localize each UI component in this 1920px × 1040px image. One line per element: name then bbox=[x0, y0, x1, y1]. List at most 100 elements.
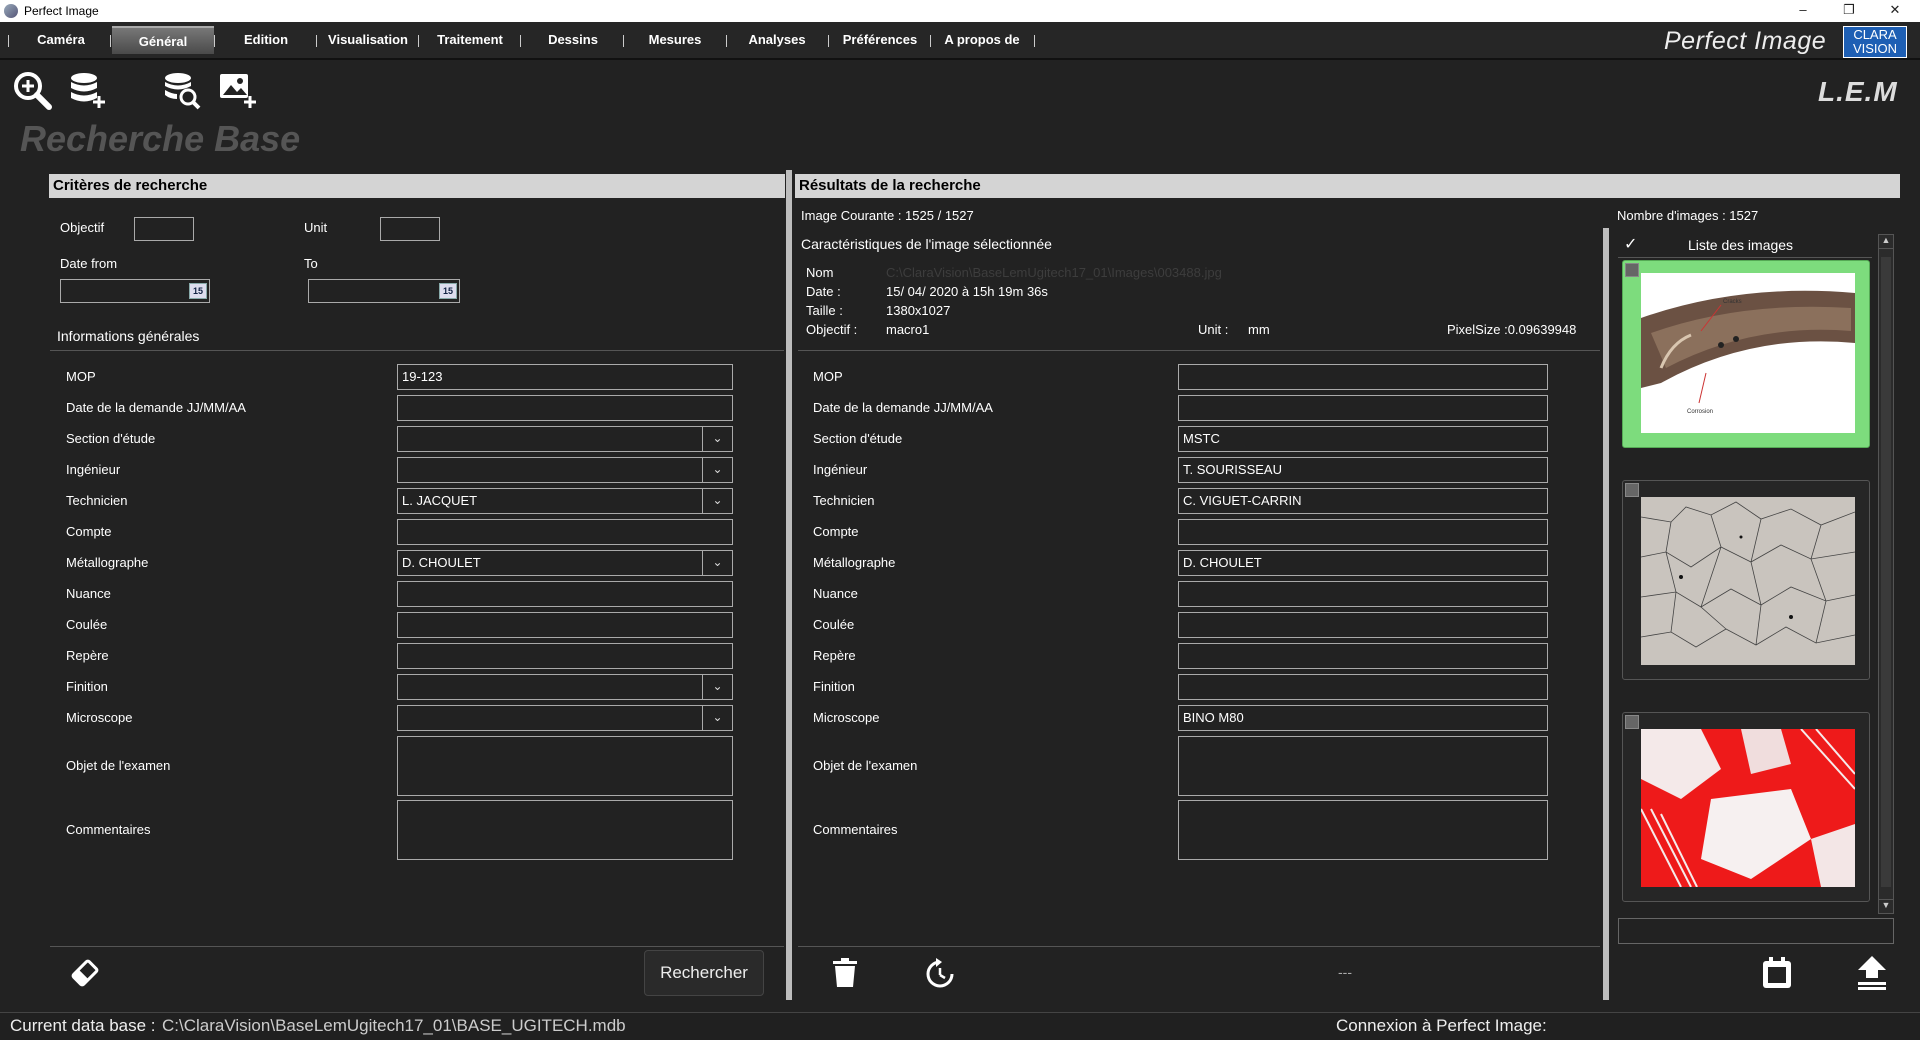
close-button[interactable]: ✕ bbox=[1872, 0, 1918, 22]
criteria-dropdown[interactable]: D. CHOULET ⌄ bbox=[397, 550, 733, 576]
menu-bar: Caméra Général Edition Visualisation Tra… bbox=[0, 22, 1920, 60]
result-textarea[interactable] bbox=[1178, 800, 1548, 860]
criteria-textarea[interactable] bbox=[397, 800, 733, 860]
unit-input[interactable] bbox=[380, 217, 440, 241]
criteria-input[interactable] bbox=[397, 643, 733, 669]
result-input[interactable]: C. VIGUET-CARRIN bbox=[1178, 488, 1548, 514]
result-input[interactable] bbox=[1178, 395, 1548, 421]
result-field-label: Objet de l'examen bbox=[813, 758, 918, 773]
menu-a-propos[interactable]: A propos de bbox=[936, 26, 1028, 54]
chevron-down-icon[interactable]: ⌄ bbox=[702, 458, 732, 482]
search-button[interactable]: Rechercher bbox=[644, 950, 764, 996]
criteria-dropdown[interactable]: ⌄ bbox=[397, 705, 733, 731]
criteria-input[interactable] bbox=[397, 612, 733, 638]
criteria-input[interactable]: 19-123 bbox=[397, 364, 733, 390]
criteria-dropdown[interactable]: ⌄ bbox=[397, 426, 733, 452]
save-icon[interactable] bbox=[1762, 957, 1792, 989]
result-input[interactable] bbox=[1178, 364, 1548, 390]
divider bbox=[50, 350, 784, 351]
divider bbox=[798, 350, 1600, 351]
minimize-button[interactable]: – bbox=[1780, 0, 1826, 22]
image-filter-input[interactable] bbox=[1618, 918, 1894, 944]
menu-preferences[interactable]: Préférences bbox=[834, 26, 926, 54]
calendar-icon[interactable]: 15 bbox=[439, 283, 457, 299]
result-input[interactable]: BINO M80 bbox=[1178, 705, 1548, 731]
result-field-value: MSTC bbox=[1183, 431, 1220, 446]
result-input[interactable]: D. CHOULET bbox=[1178, 550, 1548, 576]
chevron-down-icon[interactable]: ⌄ bbox=[702, 427, 732, 451]
date-from-input[interactable]: 15 bbox=[60, 279, 210, 303]
criteria-field-label: Compte bbox=[66, 524, 112, 539]
menu-edition[interactable]: Edition bbox=[226, 26, 306, 54]
criteria-input[interactable] bbox=[397, 395, 733, 421]
result-input[interactable]: MSTC bbox=[1178, 426, 1548, 452]
criteria-field-label: Microscope bbox=[66, 710, 133, 725]
image-add-icon[interactable] bbox=[218, 70, 258, 110]
menu-traitement[interactable]: Traitement bbox=[426, 26, 514, 54]
objectif-input[interactable] bbox=[134, 217, 194, 241]
criteria-field-label: Commentaires bbox=[66, 822, 151, 837]
eraser-icon[interactable] bbox=[68, 956, 102, 990]
criteria-field-label: Nuance bbox=[66, 586, 111, 601]
objectif-label: Objectif bbox=[60, 220, 105, 235]
criteria-field-label: Objet de l'examen bbox=[66, 758, 171, 773]
brand-title: Perfect Image bbox=[1664, 27, 1827, 55]
date-label: Date : bbox=[806, 284, 841, 299]
criteria-dropdown[interactable]: L. JACQUET ⌄ bbox=[397, 488, 733, 514]
menu-dessins[interactable]: Dessins bbox=[528, 26, 618, 54]
thumbnail-item[interactable] bbox=[1622, 712, 1870, 902]
date-to-input[interactable]: 15 bbox=[308, 279, 460, 303]
result-input[interactable] bbox=[1178, 643, 1548, 669]
trash-icon[interactable] bbox=[832, 958, 858, 988]
menu-mesures[interactable]: Mesures bbox=[630, 26, 720, 54]
chevron-down-icon[interactable]: ⌄ bbox=[702, 551, 732, 575]
thumbnail-item[interactable] bbox=[1622, 480, 1870, 680]
results-panel-header: Résultats de la recherche bbox=[795, 174, 1900, 198]
image-count: Nombre d'images : 1527 bbox=[1617, 208, 1759, 223]
nom-value: C:\ClaraVision\BaseLemUgitech17_01\Image… bbox=[886, 265, 1222, 280]
database-search-icon[interactable] bbox=[162, 70, 202, 110]
restore-button[interactable]: ❐ bbox=[1826, 0, 1872, 22]
scroll-up-arrow[interactable]: ▲ bbox=[1879, 235, 1893, 249]
scroll-thumb[interactable] bbox=[1881, 257, 1891, 887]
criteria-input[interactable] bbox=[397, 519, 733, 545]
panel-splitter[interactable] bbox=[1603, 228, 1609, 1000]
criteria-input[interactable] bbox=[397, 581, 733, 607]
result-input[interactable] bbox=[1178, 519, 1548, 545]
chevron-down-icon[interactable]: ⌄ bbox=[702, 675, 732, 699]
database-add-icon[interactable] bbox=[68, 70, 108, 110]
result-input[interactable]: T. SOURISSEAU bbox=[1178, 457, 1548, 483]
criteria-dropdown[interactable]: ⌄ bbox=[397, 674, 733, 700]
criteria-textarea[interactable] bbox=[397, 736, 733, 796]
refresh-icon[interactable] bbox=[924, 958, 956, 990]
status-placeholder: --- bbox=[1338, 964, 1352, 980]
window-titlebar: Perfect Image – ❐ ✕ bbox=[0, 0, 1920, 22]
thumbnail-checkbox[interactable] bbox=[1625, 715, 1639, 729]
menu-analyses[interactable]: Analyses bbox=[732, 26, 822, 54]
chevron-down-icon[interactable]: ⌄ bbox=[702, 706, 732, 730]
upload-icon[interactable] bbox=[1856, 956, 1888, 990]
menu-general[interactable]: Général bbox=[112, 26, 214, 54]
claravision-logo: CLARA VISION bbox=[1843, 26, 1907, 58]
thumbnail-checkbox[interactable] bbox=[1625, 263, 1639, 277]
chevron-down-icon[interactable]: ⌄ bbox=[702, 489, 732, 513]
result-input[interactable] bbox=[1178, 674, 1548, 700]
menu-camera[interactable]: Caméra bbox=[22, 26, 100, 54]
criteria-field-label: Date de la demande JJ/MM/AA bbox=[66, 400, 246, 415]
menu-visualisation[interactable]: Visualisation bbox=[324, 26, 412, 54]
thumbnail-checkbox[interactable] bbox=[1625, 483, 1639, 497]
image-list-scrollbar[interactable]: ▲ ▼ bbox=[1878, 234, 1894, 914]
thumbnail-item-selected[interactable]: Cracks Corrosion bbox=[1622, 260, 1870, 448]
zoom-in-icon[interactable] bbox=[12, 70, 52, 110]
svg-text:Corrosion: Corrosion bbox=[1687, 409, 1713, 415]
result-input[interactable] bbox=[1178, 581, 1548, 607]
result-textarea[interactable] bbox=[1178, 736, 1548, 796]
app-icon bbox=[4, 4, 18, 18]
scroll-down-arrow[interactable]: ▼ bbox=[1879, 899, 1893, 913]
criteria-dropdown[interactable]: ⌄ bbox=[397, 457, 733, 483]
result-field-value: D. CHOULET bbox=[1183, 555, 1262, 570]
criteria-field-label: Finition bbox=[66, 679, 108, 694]
panel-splitter[interactable] bbox=[786, 170, 792, 1000]
calendar-icon[interactable]: 15 bbox=[189, 283, 207, 299]
result-input[interactable] bbox=[1178, 612, 1548, 638]
